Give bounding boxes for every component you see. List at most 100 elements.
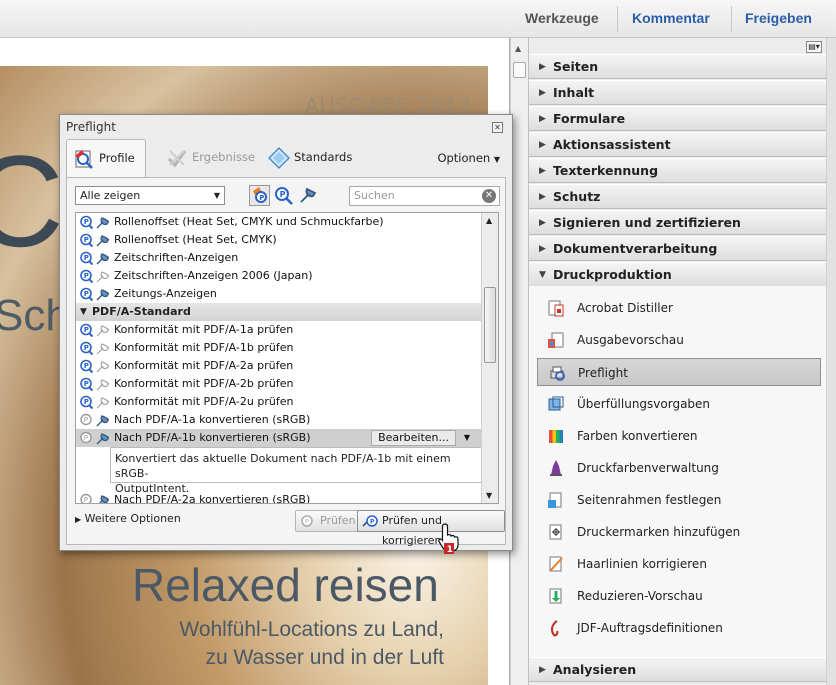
- tools-button[interactable]: Werkzeuge: [525, 10, 599, 26]
- tool-trap-presets[interactable]: Überfüllungsvorgaben: [537, 390, 821, 418]
- profile-pane: Alle zeigen ▼ P P Suchen ✕ P Rollenoffset…: [66, 177, 506, 547]
- profile-row[interactable]: P Konformität mit PDF/A-2u prüfen: [76, 393, 482, 411]
- profile-row[interactable]: P Zeitungs-Anzeigen: [76, 285, 482, 303]
- profile-label: Rollenoffset (Heat Set, CMYK und Schmuck…: [114, 215, 384, 228]
- more-options-toggle[interactable]: ▶ Weitere Optionen: [75, 512, 181, 525]
- tool-ink-manager[interactable]: Druckfarbenverwaltung: [537, 454, 821, 482]
- profile-label: Zeitschriften-Anzeigen: [114, 251, 239, 264]
- check-button[interactable]: P Prüfen: [295, 510, 363, 532]
- filter-select[interactable]: Alle zeigen ▼: [75, 186, 225, 205]
- scroll-up-icon[interactable]: ▲: [515, 44, 521, 53]
- close-icon[interactable]: ✕: [492, 122, 503, 133]
- svg-text:P: P: [84, 362, 89, 370]
- tab-results[interactable]: Ergebnisse: [160, 139, 255, 177]
- profile-row[interactable]: P Rollenoffset (Heat Set, CMYK und Schmuc…: [76, 213, 482, 231]
- tab-standards[interactable]: Standards: [262, 139, 352, 177]
- tool-label: Acrobat Distiller: [577, 301, 673, 315]
- section-label: Schutz: [553, 189, 601, 204]
- scroll-up-icon[interactable]: ▲: [486, 216, 492, 225]
- svg-text:P: P: [84, 272, 89, 280]
- scroll-thumb[interactable]: [513, 62, 526, 78]
- clear-search-icon[interactable]: ✕: [482, 189, 496, 203]
- expand-icon: ▶: [539, 244, 546, 254]
- panel-section[interactable]: ▶ Texterkennung: [529, 158, 826, 183]
- profile-row[interactable]: P Nach PDF/A-1b konvertieren (sRGB) Bearbe…: [76, 429, 482, 447]
- description-line: Konvertiert das aktuelle Dokument nach P…: [115, 452, 451, 480]
- checks-filter-icon[interactable]: P: [273, 185, 294, 206]
- profile-row[interactable]: P Konformität mit PDF/A-2b prüfen: [76, 375, 482, 393]
- profile-row[interactable]: P Konformität mit PDF/A-1b prüfen: [76, 339, 482, 357]
- tool-flattener-preview[interactable]: Reduzieren-Vorschau: [537, 582, 821, 610]
- section-analysieren[interactable]: ▶ Analysieren: [529, 657, 826, 682]
- tool-distiller[interactable]: Acrobat Distiller: [537, 294, 821, 322]
- tool-label: Preflight: [578, 366, 628, 380]
- panel-section[interactable]: ▶ Inhalt: [529, 80, 826, 105]
- panel-options-icon[interactable]: ▤▾: [806, 41, 822, 53]
- flattener-preview-icon: [549, 588, 562, 604]
- profiles-filter-icon[interactable]: P: [249, 185, 270, 206]
- fixup-icon: [96, 289, 109, 301]
- profile-row[interactable]: P Konformität mit PDF/A-1a prüfen: [76, 321, 482, 339]
- tool-jdf[interactable]: JDF-Auftragsdefinitionen: [537, 614, 821, 642]
- expand-icon: ▶: [539, 665, 546, 675]
- fixup-icon: [96, 235, 109, 247]
- list-scrollbar[interactable]: ▲ ▼: [481, 213, 498, 503]
- svg-text:P: P: [370, 519, 375, 526]
- panel-section[interactable]: ▼ Druckproduktion: [529, 262, 826, 287]
- panel-section[interactable]: ▶ Signieren und zertifizieren: [529, 210, 826, 235]
- check-and-fix-button[interactable]: P Prüfen und korrigieren: [357, 510, 505, 547]
- big-letter: C: [0, 128, 64, 274]
- profile-row[interactable]: P Konformität mit PDF/A-2a prüfen: [76, 357, 482, 375]
- options-label: Optionen: [437, 151, 491, 165]
- edit-button[interactable]: Bearbeiten...: [371, 430, 456, 446]
- list-scroll-thumb[interactable]: [484, 287, 496, 363]
- panel-section[interactable]: ▶ Dokumentverarbeitung: [529, 236, 826, 261]
- tool-hairlines[interactable]: Haarlinien korrigieren: [537, 550, 821, 578]
- tab-results-label: Ergebnisse: [192, 150, 256, 164]
- profile-row[interactable]: P Nach PDF/A-2a konvertieren (sRGB): [76, 491, 482, 504]
- tool-label: Reduzieren-Vorschau: [577, 589, 703, 603]
- svg-text:P: P: [280, 190, 286, 199]
- tool-page-boxes[interactable]: Seitenrahmen festlegen: [537, 486, 821, 514]
- fixups-filter-icon[interactable]: [297, 185, 318, 206]
- panel-section[interactable]: ▶ Schutz: [529, 184, 826, 209]
- profile-row[interactable]: P Zeitschriften-Anzeigen 2006 (Japan): [76, 267, 482, 285]
- panel-section[interactable]: ▶ Formulare: [529, 106, 826, 131]
- search-input[interactable]: Suchen ✕: [349, 186, 500, 206]
- profile-group-header[interactable]: ▼ PDF/A-Standard: [76, 303, 482, 321]
- check-icon: P: [301, 515, 313, 527]
- options-menu[interactable]: Optionen ▼: [437, 151, 500, 165]
- collapse-icon: ▼: [80, 307, 87, 317]
- scroll-down-icon[interactable]: ▼: [486, 491, 492, 500]
- profile-label: Nach PDF/A-2a konvertieren (sRGB): [114, 493, 311, 504]
- toolbar-separator: [731, 6, 732, 32]
- profile-label: Zeitschriften-Anzeigen 2006 (Japan): [114, 269, 313, 282]
- tool-printer-marks[interactable]: Druckermarken hinzufügen: [537, 518, 821, 546]
- tool-preflight[interactable]: Preflight: [537, 358, 821, 386]
- tool-convert-colors[interactable]: Farben konvertieren: [537, 422, 821, 450]
- profile-row[interactable]: P Zeitschriften-Anzeigen: [76, 249, 482, 267]
- profile-row[interactable]: P Nach PDF/A-1a konvertieren (sRGB): [76, 411, 482, 429]
- profile-row[interactable]: P Rollenoffset (Heat Set, CMYK): [76, 231, 482, 249]
- svg-text:P: P: [84, 380, 89, 388]
- share-button[interactable]: Freigeben: [745, 10, 812, 26]
- check-profile-icon: P: [80, 269, 93, 283]
- check-profile-icon: P: [80, 413, 92, 426]
- panel-section[interactable]: ▶ Aktionsassistent: [529, 132, 826, 157]
- profile-label: Zeitungs-Anzeigen: [114, 287, 217, 300]
- comment-button[interactable]: Kommentar: [632, 10, 710, 26]
- expand-icon: ▶: [539, 88, 546, 98]
- tool-label: JDF-Auftragsdefinitionen: [577, 621, 723, 635]
- profile-list: P Rollenoffset (Heat Set, CMYK und Schmuc…: [75, 212, 499, 504]
- profile-label: Konformität mit PDF/A-1a prüfen: [114, 323, 294, 336]
- tool-output-preview[interactable]: Ausgabevorschau: [537, 326, 821, 354]
- tab-profile[interactable]: Profile: [66, 139, 146, 177]
- section-label: Formulare: [553, 111, 626, 126]
- subheadline-line-1: Wohlfühl-Locations zu Land,: [179, 618, 444, 641]
- section-label: Seiten: [553, 59, 599, 74]
- tool-label: Druckfarbenverwaltung: [577, 461, 719, 475]
- panel-section[interactable]: ▶ Seiten: [529, 54, 826, 79]
- check-and-fix-label: Prüfen und korrigieren: [382, 514, 442, 547]
- panel-scrollbar[interactable]: [826, 38, 836, 685]
- chevron-down-icon[interactable]: ▼: [458, 430, 476, 446]
